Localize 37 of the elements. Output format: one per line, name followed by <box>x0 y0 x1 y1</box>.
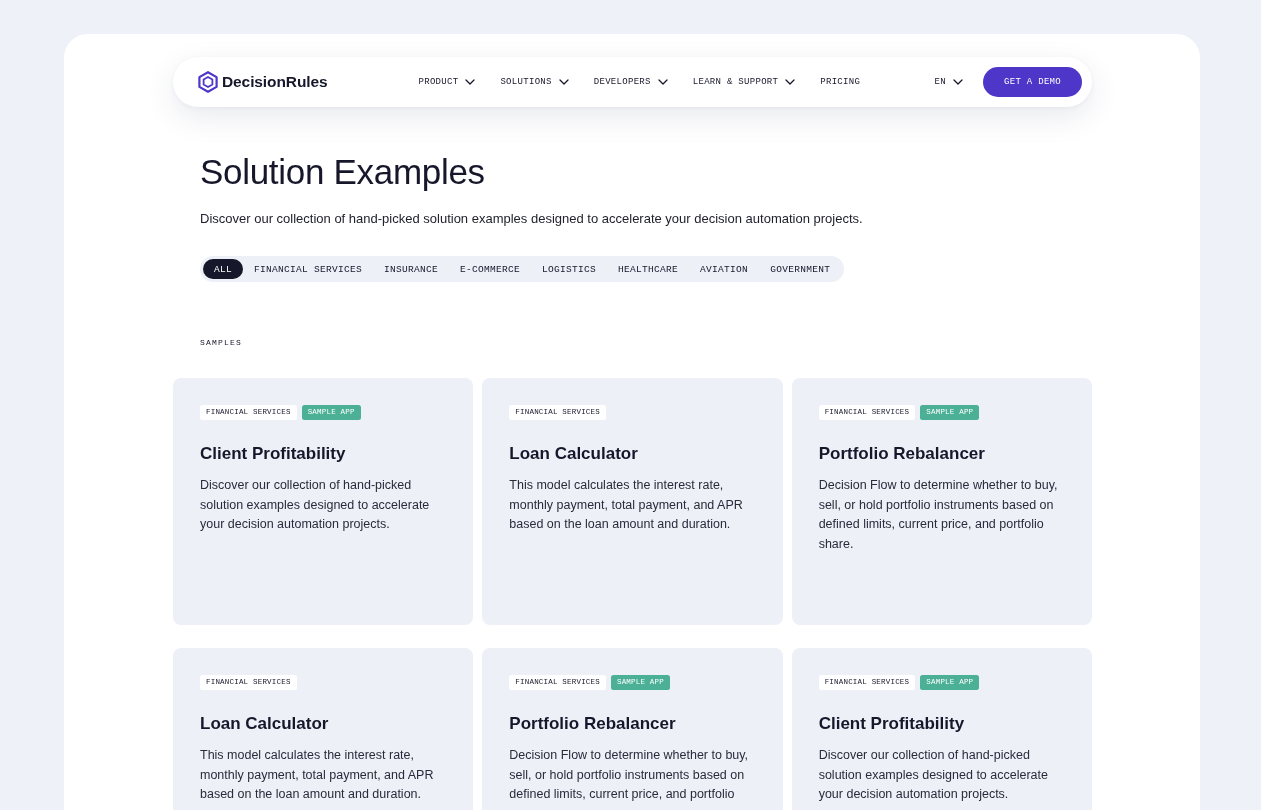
card-description: Decision Flow to determine whether to buy, sell, or hold portfolio instruments based on defined limits, current price, and portfolio share. <box>818 477 1059 553</box>
card-description: This model calculates the interest rate, monthly payment, total payment, and APR based on the loan amount and duration. <box>200 747 435 803</box>
language-selector[interactable]: EN <box>934 76 963 88</box>
card-title: Client Profitability <box>200 443 347 465</box>
card-description: Decision Flow to determine whether to buy, sell, or hold portfolio instruments based on defined limits, current price, and portfolio <box>509 747 750 803</box>
nav-menu-link[interactable]: SOLUTIONS <box>500 76 569 88</box>
card-title: Loan Calculator <box>200 713 330 735</box>
filter-tab[interactable]: AVIATION <box>689 259 760 279</box>
chevron-down-icon <box>785 79 796 85</box>
hexagon-logo-icon[interactable] <box>198 71 218 93</box>
card-description: Discover our collection of hand-picked solution examples designed to accelerate your decision automation projects. <box>818 747 1049 803</box>
chevron-down-icon <box>558 79 569 85</box>
filter-tab[interactable]: HEALTHCARE <box>607 259 690 279</box>
filter-tab[interactable]: INSURANCE <box>373 259 450 279</box>
card-description: Discover our collection of hand-picked solution examples designed to accelerate your decision automation projects. <box>200 477 431 533</box>
get-demo-button[interactable]: GET A DEMO <box>983 67 1082 97</box>
filter-tab[interactable]: FINANCIAL SERVICES <box>243 259 374 279</box>
card-title: Client Profitability <box>818 713 966 735</box>
nav-menu-link[interactable]: DEVELOPERS <box>593 76 668 88</box>
card-title: Loan Calculator <box>509 443 639 465</box>
section-label: SAMPLES <box>200 338 243 348</box>
page-title: Solution Examples <box>200 152 486 192</box>
chevron-down-icon <box>465 79 476 85</box>
card-title: Portfolio Rebalancer <box>509 713 677 735</box>
brand-name[interactable]: DecisionRules <box>222 73 328 91</box>
page-subtitle: Discover our collection of hand-picked solution examples designed to accelerate your decision automation projects. <box>200 211 864 226</box>
filter-tab[interactable]: GOVERNMENT <box>759 259 842 279</box>
card-title: Portfolio Rebalancer <box>818 443 986 465</box>
filter-tab[interactable]: LOGISTICS <box>531 259 608 279</box>
nav-menu-link[interactable]: PRODUCT <box>418 76 476 88</box>
filter-tab[interactable]: ALL <box>203 259 243 279</box>
nav-menu-link[interactable]: PRICING <box>820 76 861 88</box>
chevron-down-icon <box>657 79 668 85</box>
chevron-down-icon <box>953 79 963 85</box>
card-description: This model calculates the interest rate, monthly payment, total payment, and APR based on the loan amount and duration. <box>509 477 744 533</box>
filter-tab[interactable]: E-COMMERCE <box>449 259 532 279</box>
nav-menu-link[interactable]: LEARN & SUPPORT <box>692 76 796 88</box>
